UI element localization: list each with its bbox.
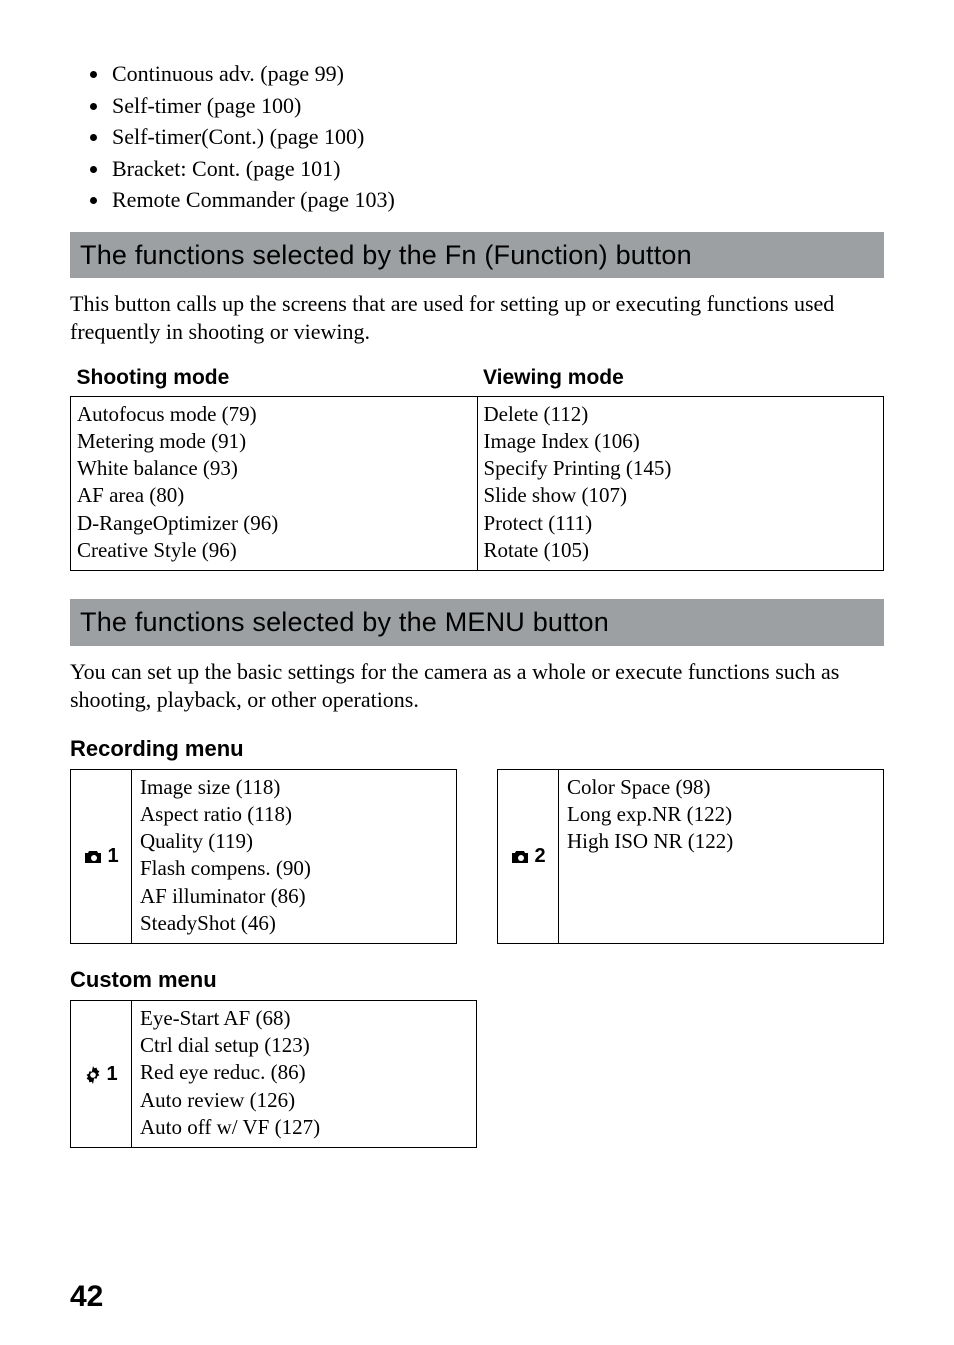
list-item: Continuous adv. (page 99)	[110, 60, 884, 88]
shooting-mode-header: Shooting mode	[71, 361, 478, 396]
list-item: Auto review (126)	[140, 1087, 468, 1114]
page-number: 42	[70, 1278, 103, 1316]
list-item: Image Index (106)	[484, 428, 878, 455]
fn-section-intro: This button calls up the screens that ar…	[70, 290, 884, 345]
custom-tab1-items: Eye-Start AF (68) Ctrl dial setup (123) …	[132, 1001, 476, 1147]
camera-icon	[510, 845, 530, 868]
manual-page: Continuous adv. (page 99) Self-timer (pa…	[0, 0, 954, 1345]
custom-menu-row: 1 Eye-Start AF (68) Ctrl dial setup (123…	[70, 1000, 884, 1148]
recording-menu-box-2: 2 Color Space (98) Long exp.NR (122) Hig…	[497, 769, 884, 945]
list-item: Ctrl dial setup (123)	[140, 1032, 468, 1059]
list-item: Rotate (105)	[484, 537, 878, 564]
list-item: Eye-Start AF (68)	[140, 1005, 468, 1032]
recording-menu-box-1: 1 Image size (118) Aspect ratio (118) Qu…	[70, 769, 457, 945]
fn-modes-table: Shooting mode Viewing mode Autofocus mod…	[70, 361, 884, 571]
list-item: White balance (93)	[77, 455, 471, 482]
drive-mode-bullet-list: Continuous adv. (page 99) Self-timer (pa…	[70, 60, 884, 214]
viewing-mode-cell: Delete (112) Image Index (106) Specify P…	[477, 396, 884, 571]
list-item: Protect (111)	[484, 510, 878, 537]
list-item: Flash compens. (90)	[140, 855, 448, 882]
viewing-mode-header: Viewing mode	[477, 361, 884, 396]
tab-number: 1	[106, 1062, 117, 1087]
menu-section-title: The functions selected by the MENU butto…	[70, 599, 884, 646]
list-item: Image size (118)	[140, 774, 448, 801]
list-item: Bracket: Cont. (page 101)	[110, 155, 884, 183]
recording-tab-2: 2	[498, 770, 559, 944]
list-item: AF illuminator (86)	[140, 883, 448, 910]
list-item: Delete (112)	[484, 401, 878, 428]
list-item: Specify Printing (145)	[484, 455, 878, 482]
tab-number: 2	[534, 844, 545, 869]
fn-section-title: The functions selected by the Fn (Functi…	[70, 232, 884, 279]
list-item: Remote Commander (page 103)	[110, 186, 884, 214]
list-item: Auto off w/ VF (127)	[140, 1114, 468, 1141]
recording-tab-1: 1	[71, 770, 132, 944]
list-item: High ISO NR (122)	[567, 828, 875, 855]
custom-tab-1: 1	[71, 1001, 132, 1147]
list-item: Creative Style (96)	[77, 537, 471, 564]
list-item: D-RangeOptimizer (96)	[77, 510, 471, 537]
shooting-mode-cell: Autofocus mode (79) Metering mode (91) W…	[71, 396, 478, 571]
list-item: Red eye reduc. (86)	[140, 1059, 468, 1086]
list-item: Self-timer (page 100)	[110, 92, 884, 120]
list-item: Autofocus mode (79)	[77, 401, 471, 428]
list-item: Slide show (107)	[484, 482, 878, 509]
recording-tab2-items: Color Space (98) Long exp.NR (122) High …	[559, 770, 883, 944]
custom-menu-box-1: 1 Eye-Start AF (68) Ctrl dial setup (123…	[70, 1000, 477, 1148]
list-item: Long exp.NR (122)	[567, 801, 875, 828]
recording-menu-heading: Recording menu	[70, 735, 884, 763]
list-item: SteadyShot (46)	[140, 910, 448, 937]
camera-icon	[83, 845, 103, 868]
menu-section-intro: You can set up the basic settings for th…	[70, 658, 884, 713]
tab-number: 1	[107, 844, 118, 869]
gear-icon	[84, 1063, 102, 1086]
list-item: AF area (80)	[77, 482, 471, 509]
list-item: Metering mode (91)	[77, 428, 471, 455]
list-item: Quality (119)	[140, 828, 448, 855]
recording-tab1-items: Image size (118) Aspect ratio (118) Qual…	[132, 770, 456, 944]
custom-menu-heading: Custom menu	[70, 966, 884, 994]
list-item: Aspect ratio (118)	[140, 801, 448, 828]
list-item: Self-timer(Cont.) (page 100)	[110, 123, 884, 151]
list-item: Color Space (98)	[567, 774, 875, 801]
recording-menu-row: 1 Image size (118) Aspect ratio (118) Qu…	[70, 769, 884, 945]
